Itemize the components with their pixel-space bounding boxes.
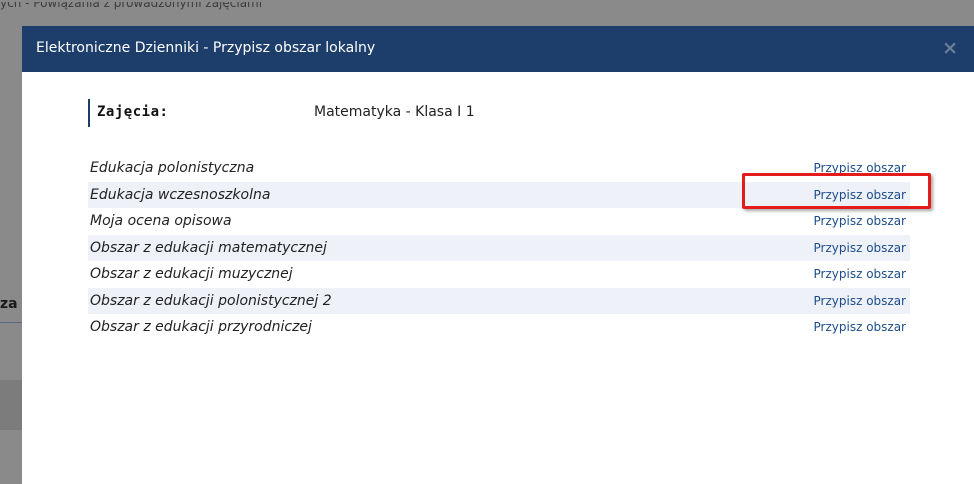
- assign-area-dialog: Elektroniczne Dzienniki - Przypisz obsza…: [22, 26, 974, 484]
- background-divider: [0, 322, 22, 323]
- background-band: [0, 380, 22, 430]
- area-name: Edukacja polonistyczna: [90, 160, 255, 176]
- assign-area-link[interactable]: Przypisz obszar: [814, 214, 906, 228]
- assign-area-link[interactable]: Przypisz obszar: [814, 267, 906, 281]
- background-breadcrumb: ych - Powiązania z prowadzonymi zajęciam…: [0, 2, 263, 10]
- close-icon[interactable]: ×: [942, 36, 958, 60]
- assign-area-link[interactable]: Przypisz obszar: [814, 241, 906, 255]
- area-name: Moja ocena opisowa: [90, 213, 232, 229]
- assign-area-link[interactable]: Przypisz obszar: [814, 320, 906, 334]
- area-name: Obszar z edukacji polonistycznej 2: [90, 292, 332, 309]
- list-item: Moja ocena opisowa Przypisz obszar: [88, 208, 910, 235]
- list-item: Obszar z edukacji muzycznej Przypisz obs…: [88, 261, 910, 288]
- background-partial-label: za: [0, 296, 18, 312]
- area-name: Obszar z edukacji muzycznej: [90, 266, 293, 282]
- list-item: Obszar z edukacji przyrodniczej Przypisz…: [88, 314, 910, 341]
- subject-label: Zajęcia:: [97, 104, 169, 120]
- subject-value: Matematyka - Klasa I 1: [314, 104, 475, 120]
- assign-area-link[interactable]: Przypisz obszar: [814, 294, 906, 308]
- area-name: Edukacja wczesnoszkolna: [90, 186, 271, 203]
- list-item: Obszar z edukacji polonistycznej 2 Przyp…: [88, 287, 910, 314]
- area-name: Obszar z edukacji przyrodniczej: [90, 319, 312, 335]
- highlight-annotation: [742, 173, 931, 209]
- dialog-title: Elektroniczne Dzienniki - Przypisz obsza…: [36, 40, 376, 56]
- subject-info: Zajęcia: Matematyka - Klasa I 1: [88, 99, 570, 127]
- area-name: Obszar z edukacji matematycznej: [90, 239, 327, 256]
- list-item: Obszar z edukacji matematycznej Przypisz…: [88, 234, 910, 261]
- dialog-titlebar: Elektroniczne Dzienniki - Przypisz obsza…: [22, 26, 974, 72]
